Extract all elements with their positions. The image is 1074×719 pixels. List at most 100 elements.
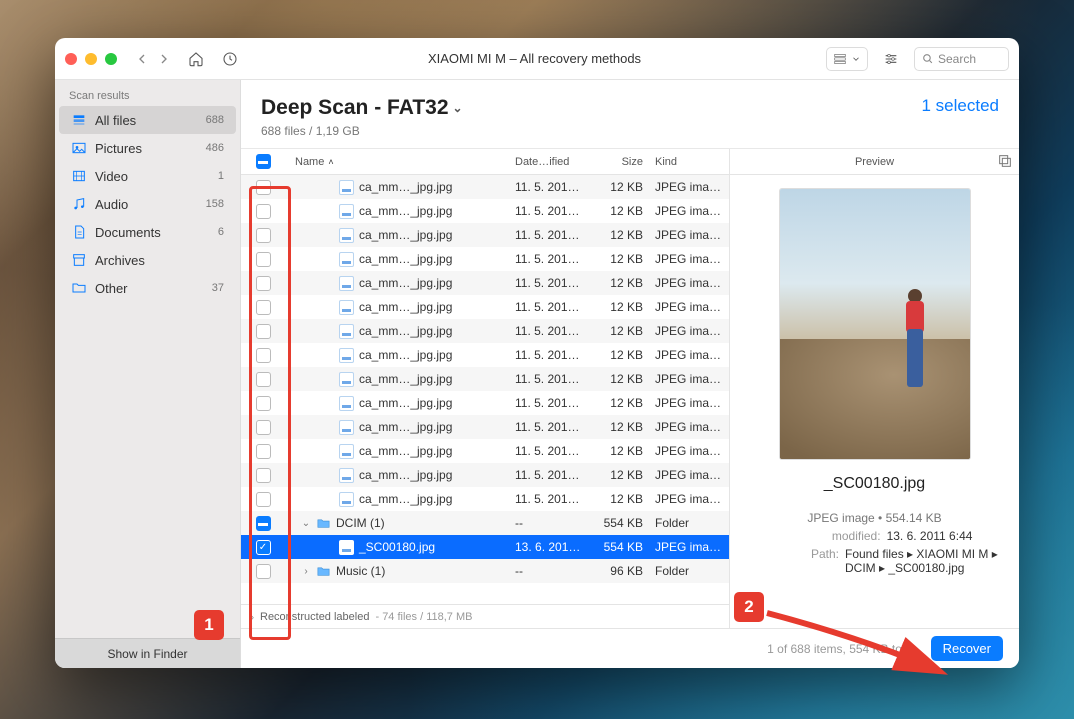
row-checkbox[interactable]	[256, 276, 271, 291]
file-row[interactable]: ca_mm…_jpg.jpg11. 5. 201…12 KBJPEG ima…	[241, 247, 729, 271]
file-row[interactable]: ca_mm…_jpg.jpg11. 5. 201…12 KBJPEG ima…	[241, 319, 729, 343]
sidebar-item-audio[interactable]: Audio 158	[59, 190, 236, 218]
search-input[interactable]: Search	[914, 47, 1009, 71]
row-checkbox[interactable]	[256, 180, 271, 195]
open-external-button[interactable]	[997, 153, 1013, 169]
folder-icon	[316, 516, 331, 531]
disclosure-right-icon[interactable]: ›	[301, 566, 311, 577]
show-in-finder-button[interactable]: Show in Finder	[55, 638, 240, 668]
row-checkbox[interactable]	[256, 564, 271, 579]
file-name: DCIM (1)	[336, 516, 385, 530]
row-checkbox[interactable]	[256, 204, 271, 219]
preview-thumbnail[interactable]	[780, 189, 970, 459]
file-size: 12 KB	[589, 468, 649, 482]
file-date: 11. 5. 201…	[515, 492, 589, 506]
chevron-down-icon: ⌄	[453, 101, 463, 115]
row-checkbox[interactable]	[256, 252, 271, 267]
row-checkbox[interactable]	[256, 468, 271, 483]
file-kind: Folder	[649, 564, 729, 578]
column-header-date[interactable]: Date…ified	[515, 156, 589, 168]
forward-button[interactable]	[153, 47, 175, 71]
sidebar-item-all-files[interactable]: All files688	[59, 106, 236, 134]
history-button[interactable]	[217, 47, 243, 71]
row-checkbox[interactable]	[256, 348, 271, 363]
file-row[interactable]: ca_mm…_jpg.jpg11. 5. 201…12 KBJPEG ima…	[241, 271, 729, 295]
sidebar-item-archives[interactable]: Archives	[59, 246, 236, 274]
file-size: 12 KB	[589, 276, 649, 290]
bottom-bar: 1 of 688 items, 554 KB total Recover	[241, 628, 1019, 668]
scan-title-dropdown[interactable]: Deep Scan - FAT32 ⌄	[261, 96, 922, 120]
row-checkbox[interactable]	[256, 324, 271, 339]
recover-button[interactable]: Recover	[931, 636, 1003, 661]
row-checkbox[interactable]	[256, 372, 271, 387]
sidebar-item-count: 688	[206, 114, 224, 126]
file-date: 11. 5. 201…	[515, 468, 589, 482]
file-kind: JPEG ima…	[649, 348, 729, 362]
file-kind: JPEG ima…	[649, 228, 729, 242]
sidebar-item-documents[interactable]: Documents6	[59, 218, 236, 246]
file-row[interactable]: ca_mm…_jpg.jpg11. 5. 201…12 KBJPEG ima…	[241, 487, 729, 511]
sidebar-item-count: 486	[206, 142, 224, 154]
path-value: Found files ▸ XIAOMI MI M ▸ DCIM ▸ _SC00…	[845, 547, 1005, 575]
row-checkbox[interactable]	[256, 300, 271, 315]
file-name: ca_mm…_jpg.jpg	[359, 300, 452, 314]
sidebar-item-other[interactable]: Other37	[59, 274, 236, 302]
file-row[interactable]: ca_mm…_jpg.jpg11. 5. 201…12 KBJPEG ima…	[241, 199, 729, 223]
file-row[interactable]: ca_mm…_jpg.jpg11. 5. 201…12 KBJPEG ima…	[241, 223, 729, 247]
grid-icon	[833, 52, 847, 66]
jpeg-file-icon	[339, 396, 354, 411]
column-header-kind[interactable]: Kind	[649, 156, 729, 168]
file-row[interactable]: ca_mm…_jpg.jpg11. 5. 201…12 KBJPEG ima…	[241, 439, 729, 463]
filter-button[interactable]	[878, 47, 904, 71]
close-window-button[interactable]	[65, 53, 77, 65]
column-header-size[interactable]: Size	[589, 156, 649, 168]
music-icon	[71, 196, 87, 212]
row-checkbox[interactable]: ▬	[256, 516, 271, 531]
file-size: 12 KB	[589, 420, 649, 434]
file-row[interactable]: ca_mm…_jpg.jpg11. 5. 201…12 KBJPEG ima…	[241, 463, 729, 487]
sidebar-item-count: 158	[206, 198, 224, 210]
preview-header: Preview	[730, 149, 1019, 175]
file-row[interactable]: ca_mm…_jpg.jpg11. 5. 201…12 KBJPEG ima…	[241, 175, 729, 199]
jpeg-file-icon	[339, 252, 354, 267]
modified-label: modified:	[777, 529, 881, 543]
back-button[interactable]	[131, 47, 153, 71]
folder-row[interactable]: ›Music (1)--96 KBFolder	[241, 559, 729, 583]
file-kind: JPEG ima…	[649, 180, 729, 194]
file-row[interactable]: ✓_SC00180.jpg13. 6. 201…554 KBJPEG ima…	[241, 535, 729, 559]
row-checkbox[interactable]: ✓	[256, 540, 271, 555]
file-rows[interactable]: ca_mm…_jpg.jpg11. 5. 201…12 KBJPEG ima…c…	[241, 175, 729, 604]
archive-icon	[71, 252, 87, 268]
disclosure-down-icon[interactable]: ⌄	[301, 518, 311, 529]
file-date: --	[515, 516, 589, 530]
row-checkbox[interactable]	[256, 492, 271, 507]
file-name: ca_mm…_jpg.jpg	[359, 372, 452, 386]
chevron-right-icon	[156, 51, 172, 67]
row-checkbox[interactable]	[256, 444, 271, 459]
list-footer-group[interactable]: › Reconstructed labeled - 74 files / 118…	[241, 604, 729, 628]
window-controls	[65, 53, 117, 65]
view-options-button[interactable]	[826, 47, 868, 71]
select-all-checkbox[interactable]: ▬	[256, 154, 271, 169]
folder-row[interactable]: ▬⌄DCIM (1)--554 KBFolder	[241, 511, 729, 535]
file-row[interactable]: ca_mm…_jpg.jpg11. 5. 201…12 KBJPEG ima…	[241, 391, 729, 415]
column-header-name[interactable]: Name ˄	[285, 156, 515, 168]
file-row[interactable]: ca_mm…_jpg.jpg11. 5. 201…12 KBJPEG ima…	[241, 367, 729, 391]
file-kind: JPEG ima…	[649, 324, 729, 338]
list-footer-detail: - 74 files / 118,7 MB	[375, 611, 472, 623]
home-button[interactable]	[183, 47, 209, 71]
fullscreen-window-button[interactable]	[105, 53, 117, 65]
file-row[interactable]: ca_mm…_jpg.jpg11. 5. 201…12 KBJPEG ima…	[241, 415, 729, 439]
sidebar-item-label: Audio	[95, 197, 128, 212]
sidebar-item-pictures[interactable]: Pictures486	[59, 134, 236, 162]
sidebar-item-video[interactable]: Video1	[59, 162, 236, 190]
file-size: 12 KB	[589, 228, 649, 242]
row-checkbox[interactable]	[256, 420, 271, 435]
minimize-window-button[interactable]	[85, 53, 97, 65]
row-checkbox[interactable]	[256, 228, 271, 243]
sidebar-item-count: 1	[218, 170, 224, 182]
nav-arrows	[131, 47, 175, 71]
file-row[interactable]: ca_mm…_jpg.jpg11. 5. 201…12 KBJPEG ima…	[241, 295, 729, 319]
file-row[interactable]: ca_mm…_jpg.jpg11. 5. 201…12 KBJPEG ima…	[241, 343, 729, 367]
row-checkbox[interactable]	[256, 396, 271, 411]
